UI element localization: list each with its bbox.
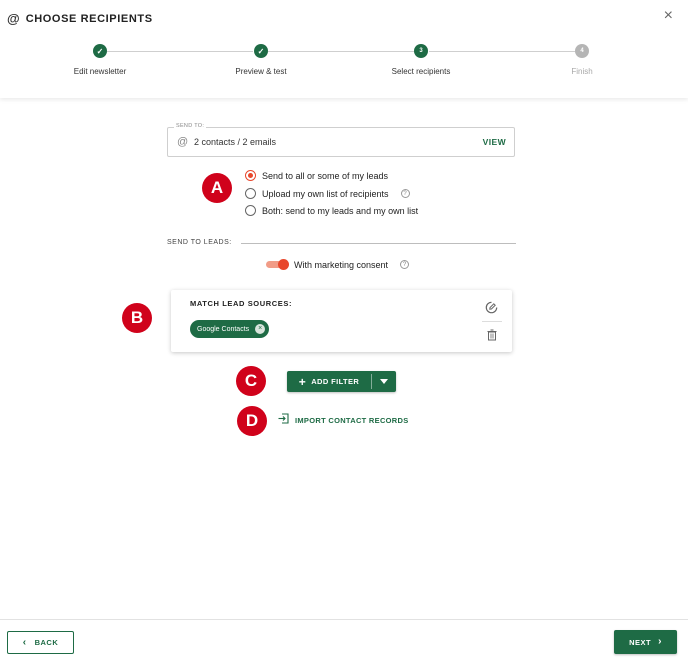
caret-down-icon <box>380 379 388 384</box>
radio-label: Both: send to my leads and my own list <box>262 205 419 216</box>
radio-send-to-leads[interactable]: Send to all or some of my leads <box>245 170 388 181</box>
check-icon: ✓ <box>93 44 107 58</box>
step-label: Edit newsletter <box>73 67 127 76</box>
radio-button[interactable] <box>245 205 256 216</box>
chevron-right-icon: › <box>658 636 662 647</box>
send-to-leads-label: SEND TO LEADS: <box>167 239 232 246</box>
lead-source-chip: Google Contacts × <box>190 320 270 338</box>
import-contact-records-link[interactable]: IMPORT CONTACT RECORDS <box>278 411 409 429</box>
add-filter-split-button: + ADD FILTER <box>287 371 396 392</box>
edit-icon[interactable] <box>485 301 498 319</box>
step-label: Finish <box>571 67 593 76</box>
marketing-consent-toggle[interactable] <box>266 259 289 270</box>
add-filter-button[interactable]: + ADD FILTER <box>287 371 371 392</box>
radio-label: Send to all or some of my leads <box>262 170 389 181</box>
radio-upload-own-list[interactable]: Upload my own list of recipients ? <box>245 188 410 199</box>
icon-divider <box>482 321 502 322</box>
back-label: BACK <box>34 638 59 647</box>
marketing-consent-row: With marketing consent ? <box>266 259 410 270</box>
step-preview-test[interactable]: ✓ Preview & test <box>191 44 331 76</box>
radio-both[interactable]: Both: send to my leads and my own list <box>245 205 418 216</box>
chevron-left-icon: ‹ <box>22 636 27 648</box>
card-title: MATCH LEAD SOURCES: <box>190 299 293 308</box>
toggle-knob <box>278 259 289 270</box>
trash-icon[interactable] <box>487 328 497 346</box>
step-select-recipients: 3 Select recipients <box>351 44 491 76</box>
radio-label: Upload my own list of recipients <box>262 188 389 199</box>
view-recipients-link[interactable]: VIEW <box>483 137 506 147</box>
help-icon[interactable]: ? <box>400 189 410 198</box>
import-icon <box>278 411 289 429</box>
annotation-badge-d: D <box>237 406 267 436</box>
plus-icon: + <box>298 374 307 389</box>
import-label: IMPORT CONTACT RECORDS <box>295 415 409 425</box>
next-button[interactable]: NEXT › <box>614 630 677 654</box>
step-number: 4 <box>575 44 589 58</box>
close-icon: × <box>663 7 673 24</box>
step-finish: 4 Finish <box>512 44 652 76</box>
match-lead-sources-card: MATCH LEAD SOURCES: Google Contacts × <box>171 290 512 352</box>
send-to-summary: 2 contacts / 2 emails <box>194 137 277 147</box>
section-divider <box>241 243 516 244</box>
step-label: Select recipients <box>391 67 451 76</box>
help-icon[interactable]: ? <box>400 260 410 269</box>
at-icon: @ <box>177 136 189 148</box>
add-filter-dropdown-button[interactable] <box>372 371 396 392</box>
wizard-footer: ‹ BACK NEXT › <box>0 619 688 658</box>
step-edit-newsletter[interactable]: ✓ Edit newsletter <box>30 44 170 76</box>
send-to-field: SEND TO: @ 2 contacts / 2 emails VIEW <box>167 123 515 157</box>
annotation-badge-c: C <box>236 366 266 396</box>
wizard-header: @ CHOOSE RECIPIENTS × ✓ Edit newsletter … <box>0 0 688 98</box>
next-label: NEXT <box>629 637 652 647</box>
annotation-badge-b: B <box>122 303 152 333</box>
step-label: Preview & test <box>235 67 287 76</box>
check-icon: ✓ <box>254 44 268 58</box>
chip-label: Google Contacts <box>197 325 250 333</box>
page-title: CHOOSE RECIPIENTS <box>25 12 153 25</box>
radio-button[interactable] <box>245 170 256 181</box>
at-icon: @ <box>7 11 20 26</box>
title-bar: @ CHOOSE RECIPIENTS <box>7 11 153 26</box>
radio-button[interactable] <box>245 188 256 199</box>
step-number: 3 <box>414 44 428 58</box>
add-filter-label: ADD FILTER <box>311 377 360 386</box>
marketing-consent-label: With marketing consent <box>294 259 389 270</box>
send-to-legend: SEND TO: <box>174 123 207 129</box>
close-button[interactable]: × <box>664 8 673 24</box>
annotation-badge-a: A <box>202 173 232 203</box>
remove-chip-icon[interactable]: × <box>255 324 266 334</box>
back-button[interactable]: ‹ BACK <box>7 631 74 654</box>
